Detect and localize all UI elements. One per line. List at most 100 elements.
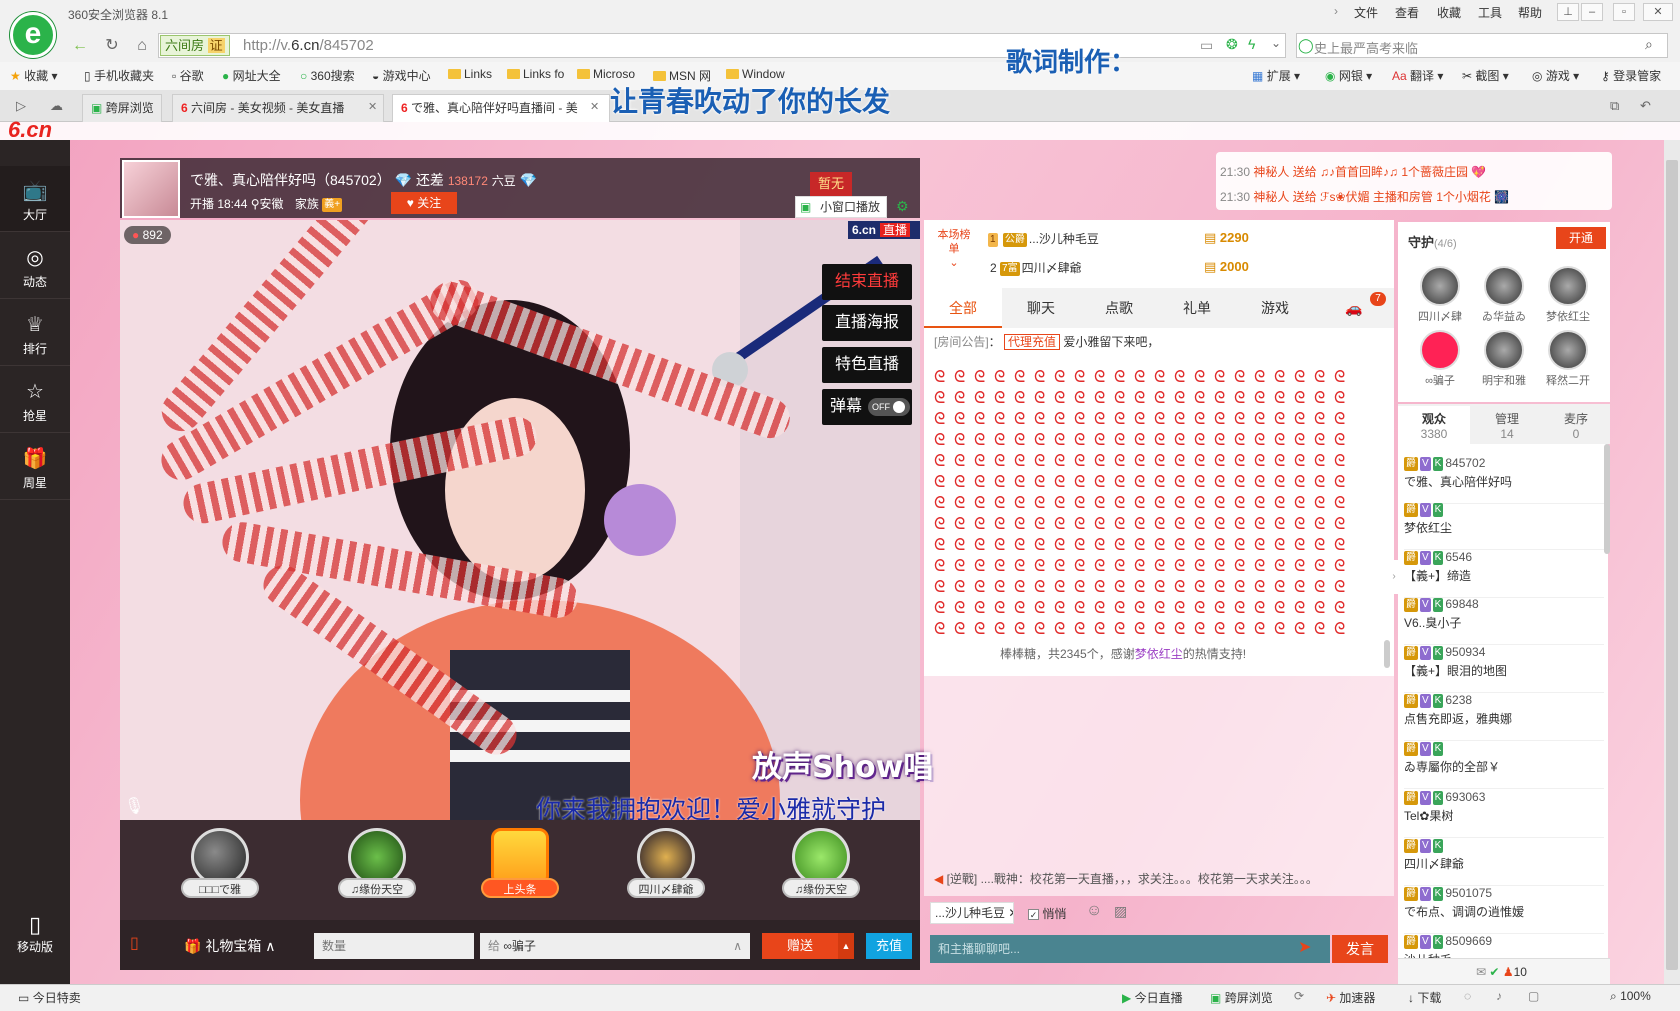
rank-row-1[interactable]: 1 公爵 ...沙儿种毛豆 bbox=[988, 230, 1099, 247]
play-icon[interactable]: ▷ bbox=[16, 98, 26, 114]
page-scroll-thumb[interactable] bbox=[1666, 160, 1678, 970]
gift-box-toggle[interactable]: 🎁 礼物宝箱 ∧ bbox=[184, 936, 275, 956]
rank-label[interactable]: 本场榜单 ⌄ bbox=[936, 228, 972, 270]
tab-all[interactable]: 全部 bbox=[924, 288, 1002, 328]
send-arrow-icon[interactable]: ➤ bbox=[1298, 937, 1311, 957]
audience-row[interactable]: 爵 V K 6546 【義+】缔造 bbox=[1404, 550, 1604, 598]
status-crop-icon[interactable]: ▢ bbox=[1528, 989, 1539, 1003]
nav-feed[interactable]: ◎ 动态 bbox=[0, 233, 70, 299]
audience-row[interactable]: 爵 V K 梦依红尘 bbox=[1404, 502, 1604, 550]
fav-microsoft[interactable]: Microso bbox=[577, 67, 635, 81]
mini-window-button[interactable]: ▣ 小窗口播放 bbox=[795, 196, 887, 218]
collapse-arrow-icon[interactable]: › bbox=[1388, 560, 1400, 594]
fav-games[interactable]: ◒ 游戏中心 bbox=[372, 67, 431, 84]
audience-row[interactable]: 爵 V K 693063 Tel✿果树 bbox=[1404, 790, 1604, 838]
site-verified-badge[interactable]: 六间房 证 bbox=[160, 35, 230, 56]
guard-open-button[interactable]: 开通 bbox=[1556, 227, 1606, 249]
undo-icon[interactable]: ↶ bbox=[1640, 98, 1651, 114]
send-button[interactable]: 发言 bbox=[1332, 935, 1388, 963]
menu-file[interactable]: 文件 bbox=[1354, 4, 1378, 21]
guard-member[interactable]: ∞骗子 bbox=[1408, 330, 1472, 388]
nav-hall[interactable]: 📺 大厅 bbox=[0, 166, 70, 232]
recipient-select[interactable]: 给 ∞骗子 ∧ bbox=[480, 933, 750, 959]
rank-row-2[interactable]: 2 7富 四川〆肆爺 bbox=[990, 259, 1082, 276]
chip-close-icon[interactable]: ✕ bbox=[1008, 906, 1013, 920]
close-window-icon[interactable]: ✕ bbox=[1643, 3, 1673, 21]
guard-member[interactable]: ゐ华益ゐ bbox=[1472, 266, 1536, 324]
tab-song[interactable]: 点歌 bbox=[1080, 288, 1158, 328]
audience-row[interactable]: 爵 V K 6238 点售充即返，雅典娜 bbox=[1404, 693, 1604, 741]
status-refresh-icon[interactable]: ⟳ bbox=[1294, 989, 1304, 1003]
menu-chevron-icon[interactable]: › bbox=[1334, 4, 1338, 18]
gift-user-2[interactable]: ♫缘份天空 bbox=[329, 828, 425, 898]
toolbar-bank[interactable]: ◉ 网银 ▾ bbox=[1325, 67, 1372, 84]
menu-favorites[interactable]: 收藏 bbox=[1437, 4, 1461, 21]
barrage-switch[interactable]: OFF bbox=[868, 397, 911, 416]
nav-grab-star[interactable]: ☆ 抢星 bbox=[0, 367, 70, 433]
guard-member[interactable]: 梦依红尘 bbox=[1536, 266, 1600, 324]
tab-close-icon[interactable]: ✕ bbox=[368, 100, 377, 113]
nav-rank[interactable]: ♕ 排行 bbox=[0, 300, 70, 366]
fav-windows[interactable]: Window bbox=[726, 67, 785, 81]
video-player[interactable] bbox=[120, 220, 920, 820]
audience-row[interactable]: 爵 V K 69848 V6..臭小子 bbox=[1404, 597, 1604, 645]
home-icon[interactable]: ⌂ bbox=[130, 34, 154, 58]
status-speaker-icon[interactable]: ♪ bbox=[1496, 989, 1502, 1003]
toolbar-login[interactable]: ⚷ 登录管家 bbox=[1601, 67, 1661, 84]
fav-links-fo[interactable]: Links fo bbox=[507, 67, 564, 81]
address-dropdown-icon[interactable]: ⌄ bbox=[1271, 36, 1281, 50]
menu-help[interactable]: 帮助 bbox=[1518, 4, 1542, 21]
tab-gifts[interactable]: 礼单 bbox=[1158, 288, 1236, 328]
tab-cross-screen[interactable]: ▣ 跨屏浏览 bbox=[82, 94, 162, 122]
at-user-chip[interactable]: ...沙儿种毛豆 ✕ bbox=[930, 902, 1014, 924]
audience-row[interactable]: 爵 V K 950934 【義+】眼泪的地图 bbox=[1404, 645, 1604, 693]
screen-icon[interactable]: ▭ bbox=[1200, 37, 1213, 54]
restore-tab-icon[interactable]: ⧉ bbox=[1610, 98, 1619, 114]
whisper-checkbox[interactable]: ✓ 悄悄 bbox=[1028, 905, 1066, 922]
tab-mic-queue[interactable]: 麦序 0 bbox=[1542, 410, 1610, 441]
fav-mobile[interactable]: ▯ 手机收藏夹 bbox=[84, 67, 154, 84]
status-downloads[interactable]: ↓ 下载 bbox=[1408, 989, 1441, 1006]
emoji-icon[interactable]: ☺ bbox=[1086, 902, 1102, 920]
follow-button[interactable]: ♥ 关注 bbox=[391, 192, 457, 214]
refresh-icon[interactable]: ↻ bbox=[100, 34, 124, 58]
minimize-icon[interactable]: – bbox=[1581, 3, 1603, 21]
toolbar-extensions[interactable]: ▦ 扩展 ▾ bbox=[1252, 67, 1300, 84]
tab-admins[interactable]: 管理 14 bbox=[1472, 410, 1542, 441]
status-deals[interactable]: ▭ 今日特卖 bbox=[18, 989, 81, 1006]
maximize-icon[interactable]: ▫ bbox=[1613, 3, 1635, 21]
gift-user-5[interactable]: ♫缘份天空 bbox=[773, 828, 869, 898]
toolbar-screenshot[interactable]: ✂ 截图 ▾ bbox=[1462, 67, 1509, 84]
search-icon[interactable]: ⌕ bbox=[1645, 36, 1653, 53]
chat-scroll-thumb[interactable] bbox=[1384, 640, 1390, 668]
audience-row[interactable]: 爵 V K ゐ専屬你的全部￥ bbox=[1404, 741, 1604, 789]
lightning-icon[interactable]: ϟ bbox=[1248, 36, 1255, 52]
barrage-toggle[interactable]: 弹幕 OFF bbox=[822, 389, 912, 425]
tab-close-icon[interactable]: ✕ bbox=[590, 100, 599, 113]
search-engine-icon[interactable]: ◯ bbox=[1298, 37, 1314, 54]
fav-360search[interactable]: ○ 360搜索 bbox=[300, 67, 355, 84]
audience-scroll-thumb[interactable] bbox=[1604, 444, 1610, 554]
chat-input[interactable]: 和主播聊聊吧... bbox=[930, 935, 1330, 963]
quantity-input[interactable] bbox=[314, 933, 474, 959]
guard-member[interactable]: 四川〆肆 bbox=[1408, 266, 1472, 324]
status-mute-icon[interactable]: ◌ bbox=[1464, 989, 1471, 1003]
status-cross-screen[interactable]: ▣ 跨屏浏览 bbox=[1210, 989, 1273, 1006]
mail-icon[interactable]: ✉ bbox=[1476, 965, 1486, 979]
toolbar-games[interactable]: ◎ 游戏 ▾ bbox=[1532, 67, 1579, 84]
image-icon[interactable]: ▨ bbox=[1114, 903, 1127, 920]
status-accelerator[interactable]: ✈ 加速器 bbox=[1326, 989, 1375, 1006]
fav-links[interactable]: Links bbox=[448, 67, 492, 81]
audience-row[interactable]: 爵 V K 845702 で雅、真心陪伴好吗 bbox=[1404, 456, 1604, 504]
gift-sender[interactable]: 梦依红尘 bbox=[1135, 647, 1183, 661]
notice-tag[interactable]: 代理充值 bbox=[1004, 334, 1061, 350]
cloud-icon[interactable]: ☁ bbox=[50, 98, 63, 114]
gift-user-4[interactable]: 四川〆肆爺 bbox=[618, 828, 714, 898]
give-button[interactable]: 赠送 bbox=[762, 933, 838, 959]
mobile-version[interactable]: ▯ 移动版 bbox=[0, 912, 70, 955]
menu-tools[interactable]: 工具 bbox=[1478, 4, 1502, 21]
guard-member[interactable]: 明宇和雅 bbox=[1472, 330, 1536, 388]
tab-chat[interactable]: 聊天 bbox=[1002, 288, 1080, 328]
menu-view[interactable]: 查看 bbox=[1395, 4, 1419, 21]
pin-icon[interactable]: ⊥ bbox=[1557, 3, 1579, 21]
